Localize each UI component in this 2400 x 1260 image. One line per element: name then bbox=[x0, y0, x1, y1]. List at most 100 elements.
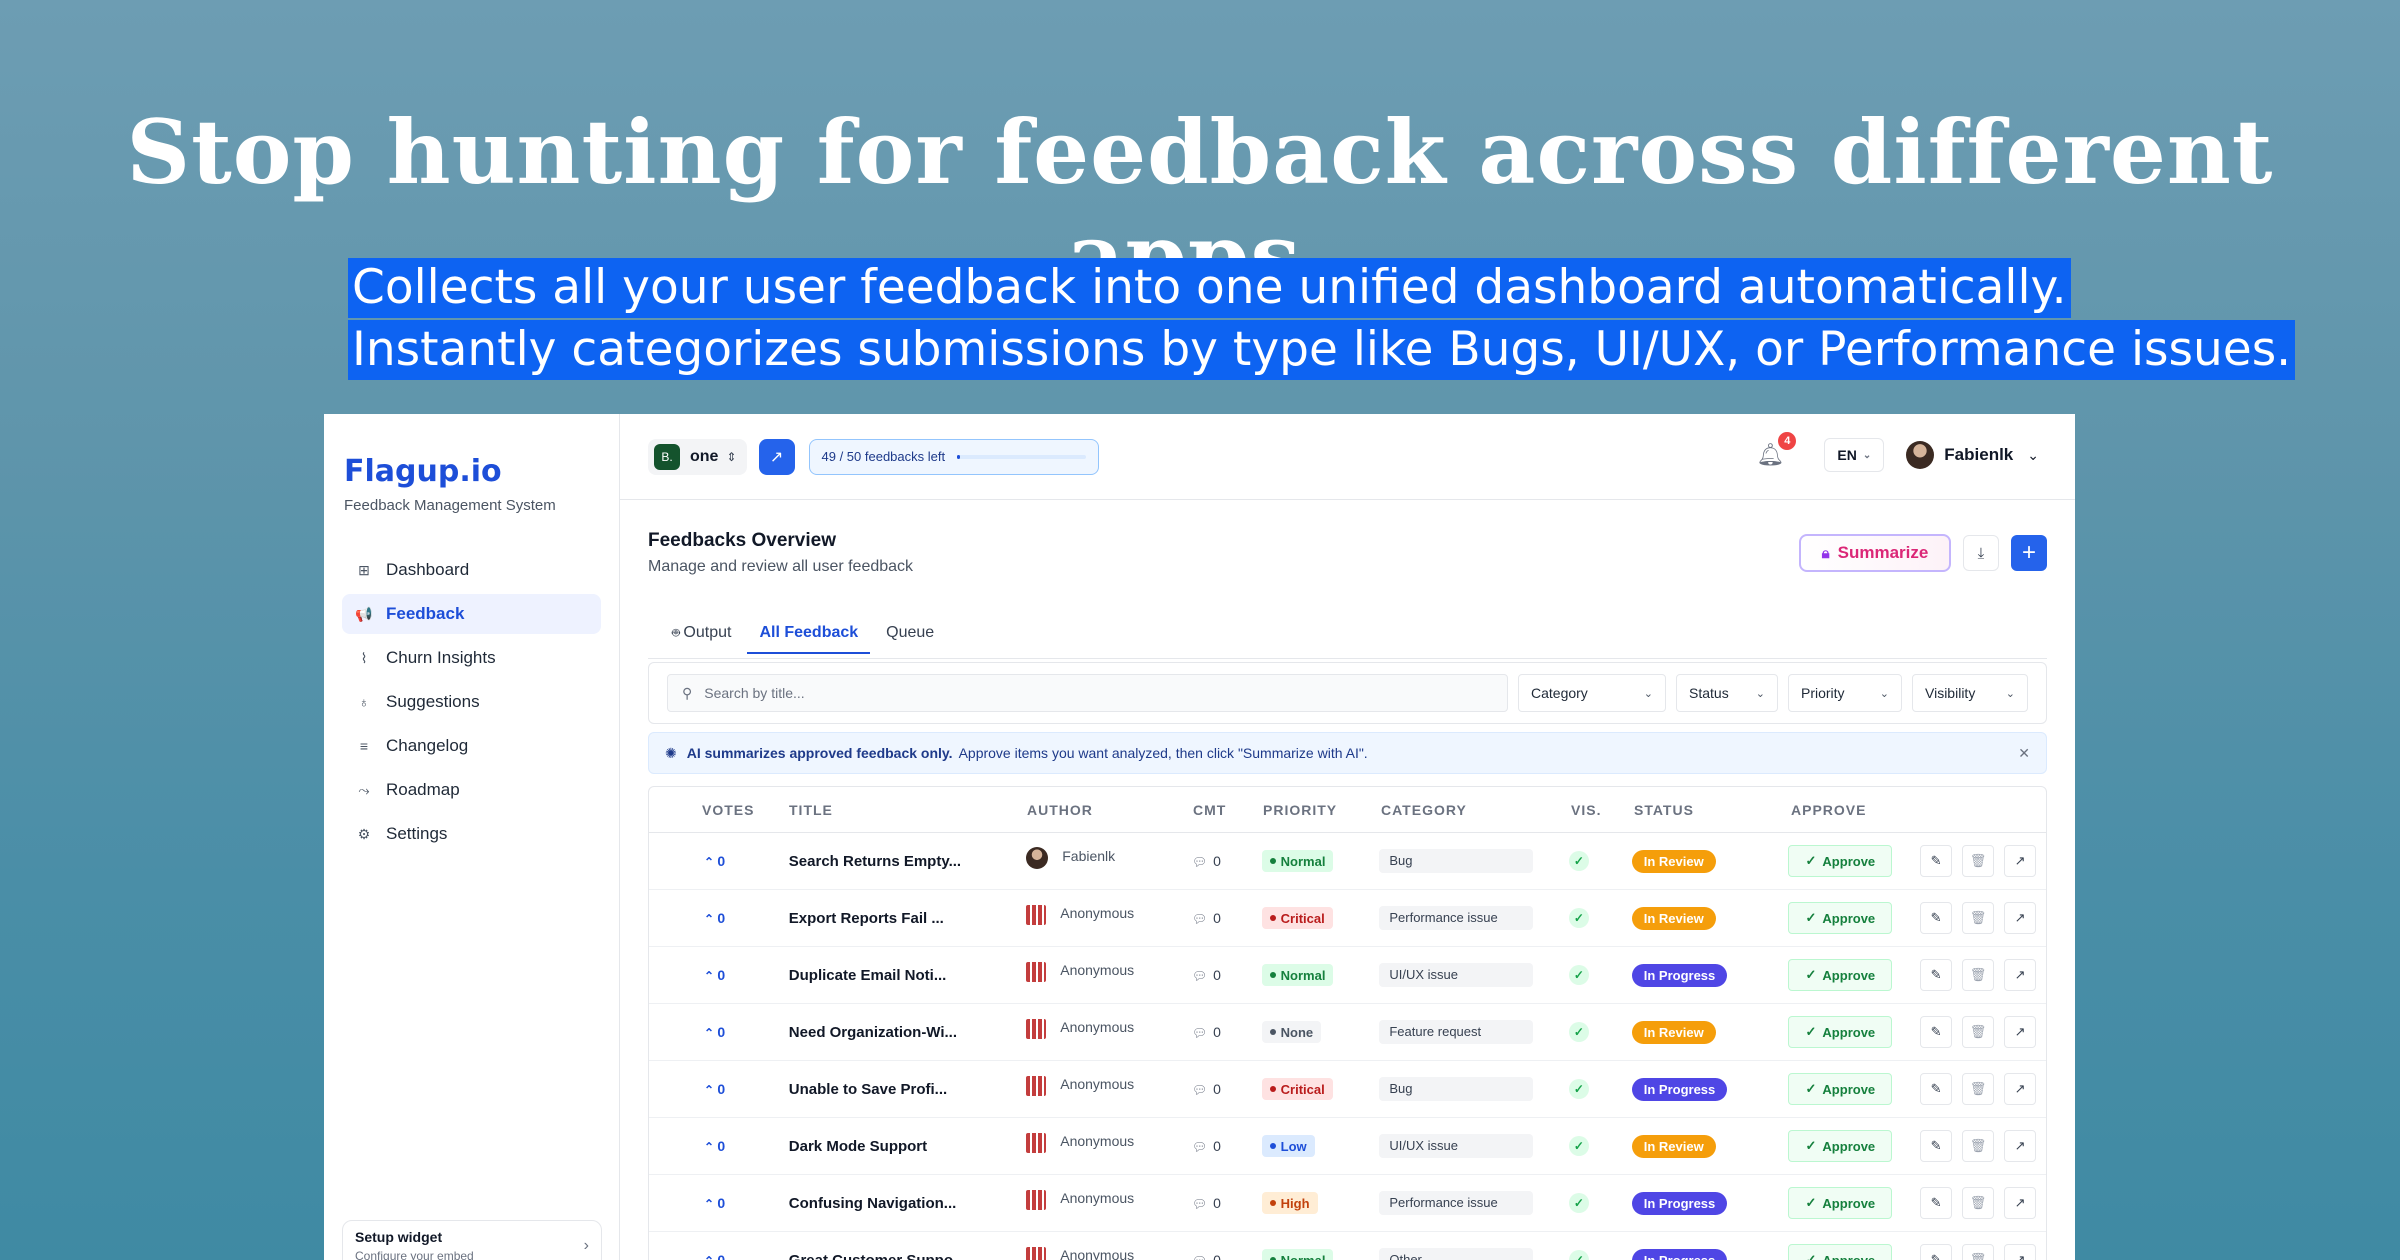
sidebar-item-churn-insights[interactable]: ⌇ Churn Insights bbox=[342, 638, 601, 678]
sidebar-item-settings[interactable]: ⚙ Settings bbox=[342, 814, 601, 854]
edit-button[interactable]: ✎ bbox=[1920, 1130, 1953, 1162]
author-name: Anonymous bbox=[1060, 1133, 1135, 1149]
priority-badge: Low bbox=[1261, 1135, 1315, 1157]
vote-button[interactable]: ⌃ 0 bbox=[649, 1138, 789, 1154]
edit-button[interactable]: ✎ bbox=[1920, 845, 1953, 877]
notifications-button[interactable]: 🔔︎ 4 bbox=[1756, 430, 1799, 468]
approve-button[interactable]: ✓ Approve bbox=[1788, 1016, 1893, 1048]
header-priority[interactable]: PRIORITY bbox=[1263, 802, 1381, 818]
edit-button[interactable]: ✎ bbox=[1920, 959, 1953, 991]
open-button[interactable]: ↗ bbox=[2004, 1244, 2037, 1260]
setup-widget-card[interactable]: Setup widget Configure your embed › bbox=[342, 1220, 602, 1260]
check-circle-icon[interactable]: ✓ bbox=[1568, 1193, 1589, 1213]
open-button[interactable]: ↗ bbox=[2004, 1130, 2037, 1162]
sidebar-item-changelog[interactable]: ≡ Changelog bbox=[342, 726, 601, 766]
edit-button[interactable]: ✎ bbox=[1920, 1187, 1953, 1219]
vote-button[interactable]: ⌃ 0 bbox=[649, 967, 789, 983]
edit-button[interactable]: ✎ bbox=[1920, 1073, 1953, 1105]
open-button[interactable]: ↗ bbox=[2004, 845, 2037, 877]
feedback-title[interactable]: Duplicate Email Noti... bbox=[789, 967, 1026, 984]
delete-button[interactable]: 🗑︎ bbox=[1962, 959, 1995, 991]
status-filter[interactable]: Status ⌄ bbox=[1676, 674, 1778, 712]
check-circle-icon[interactable]: ✓ bbox=[1568, 1022, 1589, 1042]
delete-button[interactable]: 🗑︎ bbox=[1962, 1016, 1995, 1048]
check-circle-icon[interactable]: ✓ bbox=[1568, 851, 1589, 871]
row-actions: ✎ 🗑︎ ↗ bbox=[1920, 1073, 2046, 1105]
open-button[interactable]: ↗ bbox=[2004, 959, 2037, 991]
priority-filter[interactable]: Priority ⌄ bbox=[1788, 674, 1902, 712]
header-votes[interactable]: VOTES bbox=[649, 802, 789, 818]
project-switcher[interactable]: B. one ⇕ bbox=[648, 438, 747, 475]
priority-dot bbox=[1269, 915, 1276, 921]
tab-all-feedback[interactable]: All Feedback bbox=[747, 624, 871, 654]
delete-button[interactable]: 🗑︎ bbox=[1962, 1187, 1995, 1219]
feedback-title[interactable]: Great Customer Suppo... bbox=[789, 1252, 1026, 1260]
feedback-title[interactable]: Export Reports Fail ... bbox=[789, 910, 1026, 927]
vote-button[interactable]: ⌃ 0 bbox=[649, 1195, 789, 1211]
delete-button[interactable]: 🗑︎ bbox=[1962, 1073, 1995, 1105]
delete-button[interactable]: 🗑︎ bbox=[1962, 845, 1995, 877]
feedback-title[interactable]: Search Returns Empty... bbox=[789, 853, 1026, 870]
feedback-title[interactable]: Need Organization-Wi... bbox=[789, 1024, 1026, 1041]
open-external-button[interactable]: ↗ bbox=[758, 438, 795, 475]
vote-button[interactable]: ⌃ 0 bbox=[649, 853, 789, 869]
language-select[interactable]: EN ⌄ bbox=[1824, 438, 1885, 472]
edit-button[interactable]: ✎ bbox=[1920, 1244, 1953, 1260]
feedback-title[interactable]: Unable to Save Profi... bbox=[789, 1081, 1026, 1098]
tab-output[interactable]: 🤖︎ Output bbox=[660, 624, 743, 654]
feedback-title[interactable]: Dark Mode Support bbox=[789, 1138, 1026, 1155]
approve-button[interactable]: ✓ Approve bbox=[1788, 1073, 1893, 1105]
category-filter[interactable]: Category ⌄ bbox=[1518, 674, 1666, 712]
delete-button[interactable]: 🗑︎ bbox=[1962, 1244, 1995, 1260]
approve-button[interactable]: ✓ Approve bbox=[1788, 959, 1893, 991]
approve-button[interactable]: ✓ Approve bbox=[1788, 1244, 1893, 1260]
approve-button[interactable]: ✓ Approve bbox=[1788, 845, 1893, 877]
check-circle-icon[interactable]: ✓ bbox=[1568, 1079, 1589, 1099]
page-subtitle: Manage and review all user feedback bbox=[648, 558, 914, 575]
priority-cell: Critical bbox=[1261, 907, 1380, 929]
add-feedback-button[interactable]: + bbox=[2011, 535, 2047, 571]
delete-button[interactable]: 🗑︎ bbox=[1962, 1130, 1995, 1162]
visibility-filter[interactable]: Visibility ⌄ bbox=[1912, 674, 2028, 712]
check-circle-icon[interactable]: ✓ bbox=[1568, 1136, 1589, 1156]
priority-label: Critical bbox=[1280, 910, 1325, 926]
sidebar-item-roadmap[interactable]: ⤳ Roadmap bbox=[342, 770, 601, 810]
approve-button[interactable]: ✓ Approve bbox=[1788, 902, 1893, 934]
check-circle-icon[interactable]: ✓ bbox=[1568, 1250, 1589, 1260]
vote-button[interactable]: ⌃ 0 bbox=[649, 1081, 789, 1097]
approve-button[interactable]: ✓ Approve bbox=[1788, 1130, 1893, 1162]
search-input[interactable]: ⚲ Search by title... bbox=[667, 674, 1508, 712]
user-avatar[interactable] bbox=[1906, 441, 1935, 469]
approve-button[interactable]: ✓ Approve bbox=[1788, 1187, 1893, 1219]
edit-button[interactable]: ✎ bbox=[1920, 1016, 1953, 1048]
sidebar-item-dashboard[interactable]: ⊞ Dashboard bbox=[342, 550, 601, 590]
summarize-button[interactable]: 🔒︎ Summarize bbox=[1799, 534, 1951, 572]
open-button[interactable]: ↗ bbox=[2004, 1187, 2037, 1219]
check-circle-icon[interactable]: ✓ bbox=[1568, 908, 1589, 928]
trash-icon: 🗑︎ bbox=[1969, 1138, 1987, 1153]
tab-queue[interactable]: Queue bbox=[874, 624, 946, 654]
open-button[interactable]: ↗ bbox=[2004, 1016, 2037, 1048]
user-name[interactable]: Fabienlk bbox=[1944, 445, 2013, 465]
brand-logo[interactable]: Flagup.io bbox=[344, 454, 601, 489]
header-title[interactable]: TITLE bbox=[789, 802, 1027, 818]
sidebar-item-suggestions[interactable]: ♁ Suggestions bbox=[342, 682, 601, 722]
check-circle-icon[interactable]: ✓ bbox=[1568, 965, 1589, 985]
delete-button[interactable]: 🗑︎ bbox=[1962, 902, 1995, 934]
edit-button[interactable]: ✎ bbox=[1920, 902, 1953, 934]
close-icon[interactable]: ✕ bbox=[2018, 745, 2030, 762]
vote-button[interactable]: ⌃ 0 bbox=[649, 1252, 789, 1260]
chevron-down-icon[interactable]: ⌄ bbox=[2027, 447, 2039, 464]
feedback-title[interactable]: Confusing Navigation... bbox=[789, 1195, 1026, 1212]
vote-count: 0 bbox=[717, 1081, 726, 1097]
quota-text: 49 / 50 feedbacks left bbox=[821, 449, 946, 464]
vote-button[interactable]: ⌃ 0 bbox=[649, 910, 789, 926]
edit-icon: ✎ bbox=[1930, 967, 1942, 982]
priority-dot bbox=[1269, 858, 1276, 864]
open-button[interactable]: ↗ bbox=[2004, 902, 2037, 934]
sidebar-item-feedback[interactable]: 📢 Feedback bbox=[342, 594, 601, 634]
open-button[interactable]: ↗ bbox=[2004, 1073, 2037, 1105]
vote-button[interactable]: ⌃ 0 bbox=[649, 1024, 789, 1040]
download-button[interactable]: ⤓ bbox=[1963, 535, 1999, 571]
upvote-icon: ⌃ bbox=[704, 1026, 718, 1040]
